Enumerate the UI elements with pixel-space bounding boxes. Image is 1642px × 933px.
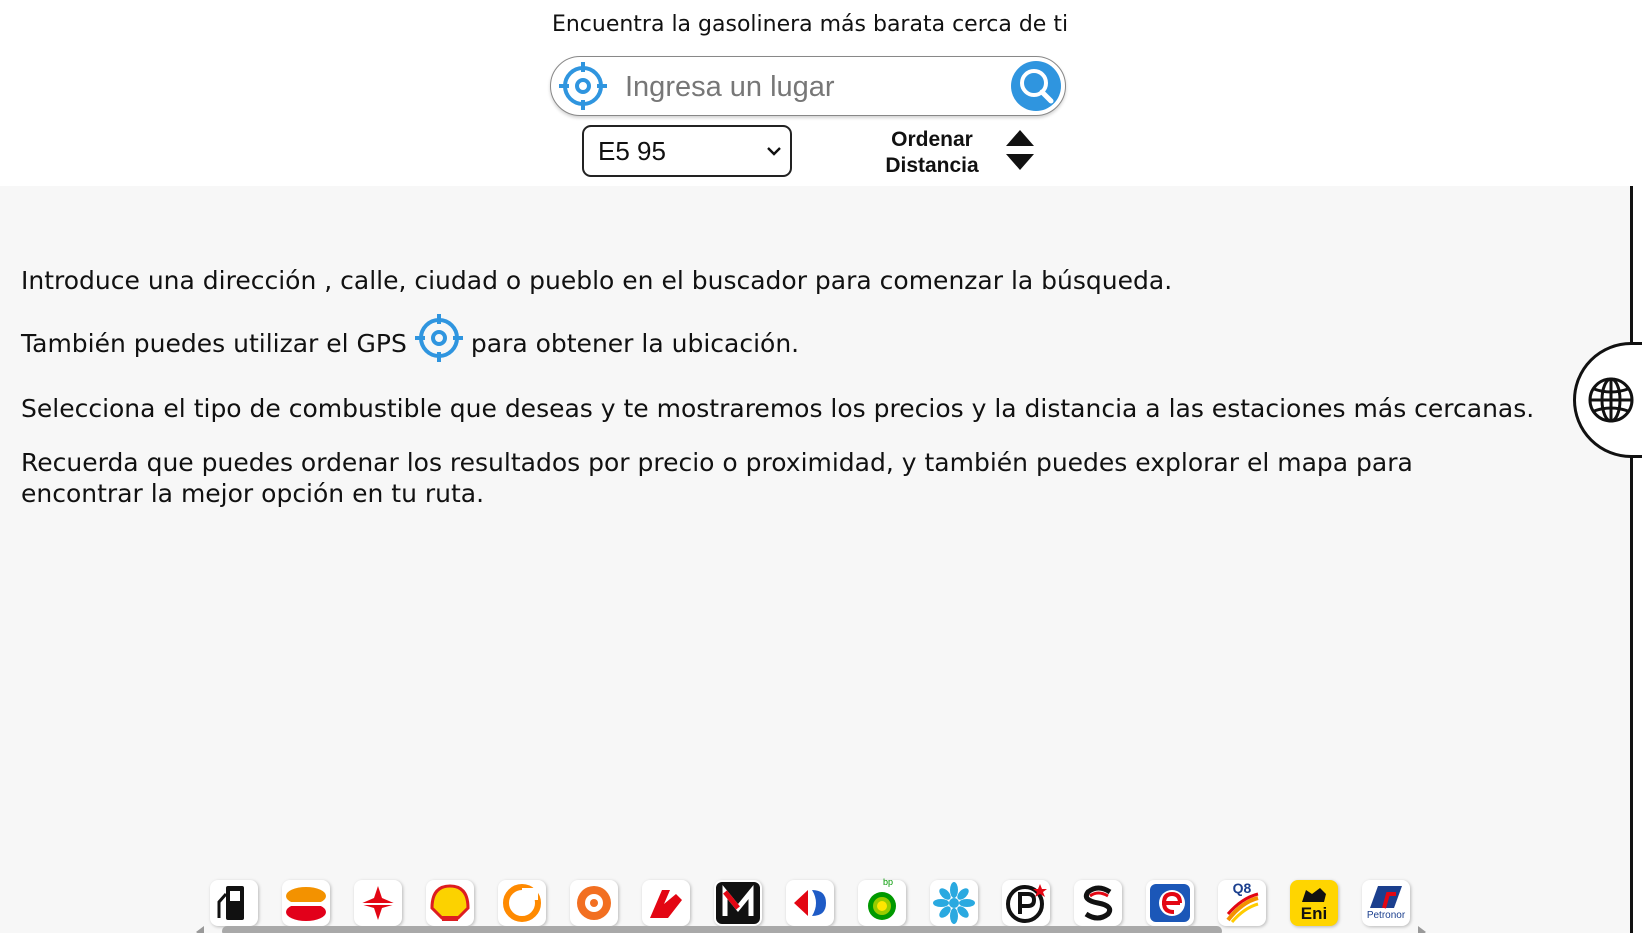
brand-petrocat[interactable] (1002, 880, 1050, 926)
search-input[interactable] (623, 65, 957, 109)
header: Encuentra la gasolinera más barata cerca… (0, 0, 1642, 186)
sort-label-criterion: Distancia (885, 154, 979, 177)
brand-galp[interactable] (498, 880, 546, 926)
s-logo-icon (1083, 885, 1113, 921)
brand-q8[interactable]: Q8 (1218, 880, 1266, 926)
shell-logo-icon (430, 884, 470, 921)
scroll-thumb[interactable] (222, 926, 1222, 933)
fuel-pump-icon (217, 886, 244, 920)
fuel-type-selected: E5 95 (598, 136, 666, 166)
bp-label: bp (882, 877, 893, 887)
chevron-down-icon (767, 147, 781, 156)
scroll-left-arrow[interactable] (196, 926, 204, 933)
instruction-fuel: Selecciona el tipo de combustible que de… (21, 394, 1535, 423)
petronor-label: Petronor (1366, 910, 1406, 921)
repsol-logo-icon (286, 887, 326, 921)
brand-alcampo[interactable] (642, 880, 690, 926)
sort-arrows-icon (1006, 130, 1034, 170)
brand-bp[interactable]: bp (858, 877, 906, 926)
cepsa-logo-icon (360, 886, 396, 920)
p-logo-icon (1006, 884, 1047, 923)
app-page: Encuentra la gasolinera más barata cerca… (0, 0, 1642, 933)
plenoil-logo-icon (716, 882, 760, 924)
brand-carrefour[interactable] (786, 880, 834, 926)
instruction-sort-line1: Recuerda que puedes ordenar los resultad… (21, 448, 1413, 477)
brand-eni[interactable]: Eni (1290, 880, 1338, 926)
instruction-gps-before: También puedes utilizar el GPS (21, 329, 407, 358)
brand-esclatoil[interactable] (1146, 880, 1194, 926)
instruction-gps: También puedes utilizar el GPS para obte… (21, 314, 800, 364)
eni-label: Eni (1300, 904, 1328, 923)
q8-label: Q8 (1232, 880, 1252, 896)
crosshair-icon (559, 62, 607, 110)
sort-toggle[interactable]: Ordenar Distancia (885, 126, 1040, 182)
galp-logo-icon (503, 884, 541, 922)
gps-inline-button[interactable] (413, 312, 465, 364)
globe-icon (1588, 377, 1634, 423)
brand-cepsa[interactable] (354, 880, 402, 926)
brand-repsol[interactable] (282, 880, 330, 926)
crosshair-icon (414, 314, 463, 362)
brand-petronor[interactable]: Petronor (1362, 880, 1410, 926)
brand-plenoil[interactable] (714, 880, 762, 926)
alcampo-logo-icon (650, 890, 682, 918)
gps-button[interactable] (557, 60, 609, 112)
instruction-search: Introduce una dirección , calle, ciudad … (21, 266, 1173, 295)
horizontal-scrollbar[interactable] (196, 926, 1426, 933)
search-bar (550, 56, 1066, 116)
scroll-right-arrow[interactable] (1418, 926, 1426, 933)
brand-ballenoil[interactable] (570, 880, 618, 926)
brand-petroprix[interactable] (930, 880, 978, 926)
carrefour-logo-icon (794, 890, 826, 916)
brand-filter-strip: bp Q8 Eni Petronor (210, 877, 1430, 926)
tagline: Encuentra la gasolinera más barata cerca… (551, 12, 1069, 37)
instruction-gps-after: para obtener la ubicación. (470, 329, 800, 358)
brand-saras[interactable] (1074, 880, 1122, 926)
search-button[interactable] (1011, 61, 1061, 111)
brand-all[interactable] (210, 880, 258, 926)
e-logo-icon (1150, 884, 1190, 922)
ballenoil-logo-icon (577, 886, 611, 920)
search-icon (1020, 69, 1054, 104)
panel-edge (1630, 186, 1633, 933)
brand-shell[interactable] (426, 880, 474, 926)
results-area: Introduce una dirección , calle, ciudad … (0, 186, 1633, 933)
snowflake-logo-icon (933, 882, 975, 924)
instruction-sort-line2: encontrar la mejor opción en tu ruta. (21, 479, 485, 508)
sort-label-order: Ordenar (891, 128, 973, 151)
fuel-type-select[interactable]: E5 95 (582, 125, 792, 177)
